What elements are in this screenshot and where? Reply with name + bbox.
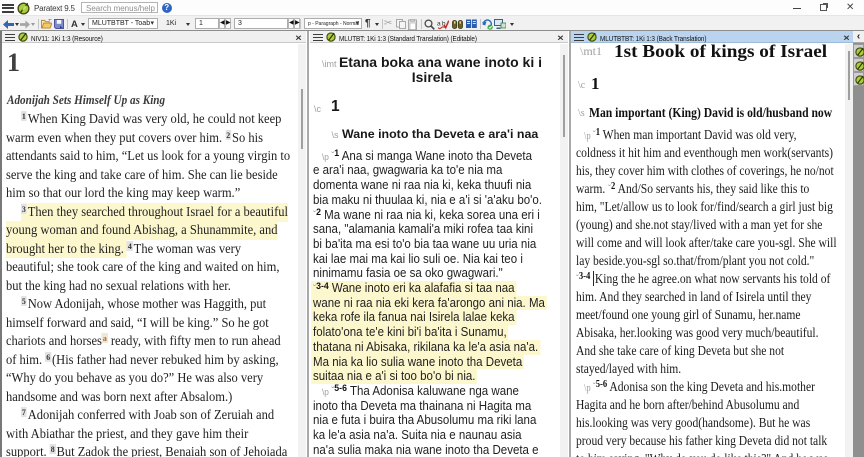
- svg-text:a: a: [437, 20, 441, 27]
